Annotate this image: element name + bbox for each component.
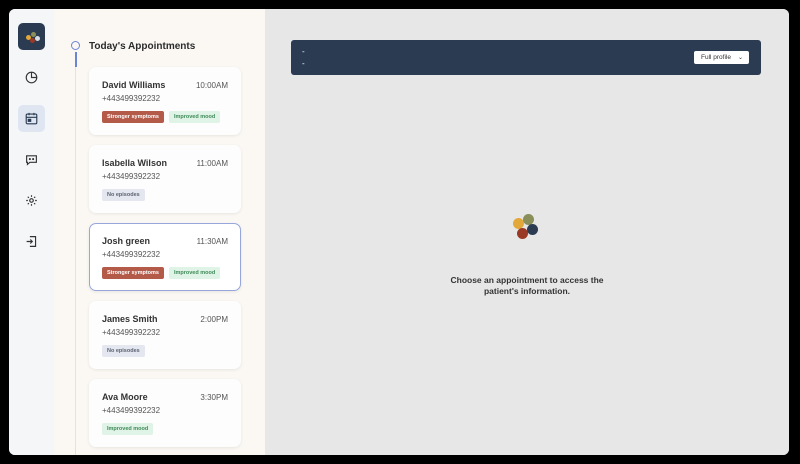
nav-appointments[interactable] bbox=[18, 105, 45, 132]
patient-phone: +443499392232 bbox=[102, 406, 161, 415]
patient-header-line1: - bbox=[302, 47, 305, 56]
appointments-title: Today's Appointments bbox=[89, 41, 196, 52]
patient-header-line2: - bbox=[302, 59, 305, 68]
patient-detail-area: - - Full profile ⌄ Choose an appointment… bbox=[265, 9, 789, 455]
appointment-time: 3:30PM bbox=[200, 393, 228, 402]
empty-state-message: Choose an appointment to access the pati… bbox=[450, 275, 604, 296]
patient-phone: +443499392232 bbox=[102, 250, 161, 259]
nav-analytics[interactable] bbox=[18, 64, 45, 91]
tag-improved-mood: Improved mood bbox=[168, 267, 221, 279]
appointments-panel: Today's Appointments David Williams 10:0… bbox=[54, 9, 265, 455]
patient-header: - - Full profile ⌄ bbox=[291, 40, 761, 75]
tag-list: Improved mood bbox=[102, 423, 154, 435]
tag-list: Stronger symptoms Improved mood bbox=[102, 267, 221, 279]
tag-list: Stronger symptoms Improved mood bbox=[102, 111, 221, 123]
tag-stronger-symptoms: Stronger symptoms bbox=[102, 267, 164, 279]
gear-icon bbox=[26, 195, 37, 206]
patient-name: Isabella Wilson bbox=[102, 158, 167, 168]
tag-improved-mood: Improved mood bbox=[168, 111, 221, 123]
logout-icon bbox=[26, 236, 37, 247]
calendar-icon bbox=[25, 112, 38, 125]
appointment-card[interactable]: James Smith 2:00PM +443499392232 No epis… bbox=[89, 301, 241, 369]
patient-name: Josh green bbox=[102, 236, 151, 246]
chevron-down-icon: ⌄ bbox=[737, 55, 744, 61]
tag-list: No episodes bbox=[102, 189, 145, 201]
tag-improved-mood: Improved mood bbox=[102, 423, 154, 435]
full-profile-label: Full profile bbox=[701, 54, 731, 61]
pie-chart-icon bbox=[25, 71, 38, 84]
nav-logout[interactable] bbox=[18, 228, 45, 255]
nav-settings[interactable] bbox=[18, 187, 45, 214]
appointment-time: 11:00AM bbox=[196, 159, 228, 168]
appointment-card[interactable]: Ava Moore 3:30PM +443499392232 Improved … bbox=[89, 379, 241, 447]
full-profile-dropdown[interactable]: Full profile ⌄ bbox=[694, 51, 749, 64]
tag-stronger-symptoms: Stronger symptoms bbox=[102, 111, 164, 123]
app-window: Today's Appointments David Williams 10:0… bbox=[9, 9, 789, 455]
patient-name: David Williams bbox=[102, 80, 166, 90]
timeline-line bbox=[75, 52, 77, 67]
appointment-card-selected[interactable]: Josh green 11:30AM +443499392232 Stronge… bbox=[89, 223, 241, 291]
chat-icon bbox=[26, 155, 37, 166]
timeline-track bbox=[75, 67, 76, 455]
tag-no-episodes: No episodes bbox=[102, 189, 145, 201]
logo-button[interactable] bbox=[18, 23, 45, 50]
appointment-card[interactable]: David Williams 10:00AM +443499392232 Str… bbox=[89, 67, 241, 135]
logo-dot-white bbox=[35, 36, 40, 41]
patient-phone: +443499392232 bbox=[102, 172, 161, 181]
logo-dot-navy bbox=[527, 224, 538, 235]
tag-list: No episodes bbox=[102, 345, 145, 357]
patient-name: Ava Moore bbox=[102, 392, 148, 402]
appointment-card[interactable]: Isabella Wilson 11:00AM +443499392232 No… bbox=[89, 145, 241, 213]
patient-name: James Smith bbox=[102, 314, 158, 324]
appointment-time: 11:30AM bbox=[196, 237, 228, 246]
brand-logo-icon bbox=[513, 214, 541, 240]
nav-messages[interactable] bbox=[18, 146, 45, 173]
patient-phone: +443499392232 bbox=[102, 328, 161, 337]
appointment-time: 10:00AM bbox=[195, 81, 228, 90]
patient-phone: +443499392232 bbox=[102, 94, 161, 103]
tag-no-episodes: No episodes bbox=[102, 345, 145, 357]
timeline-dot bbox=[71, 41, 80, 50]
appointment-time: 2:00PM bbox=[200, 315, 228, 324]
sidebar-nav bbox=[9, 9, 55, 455]
